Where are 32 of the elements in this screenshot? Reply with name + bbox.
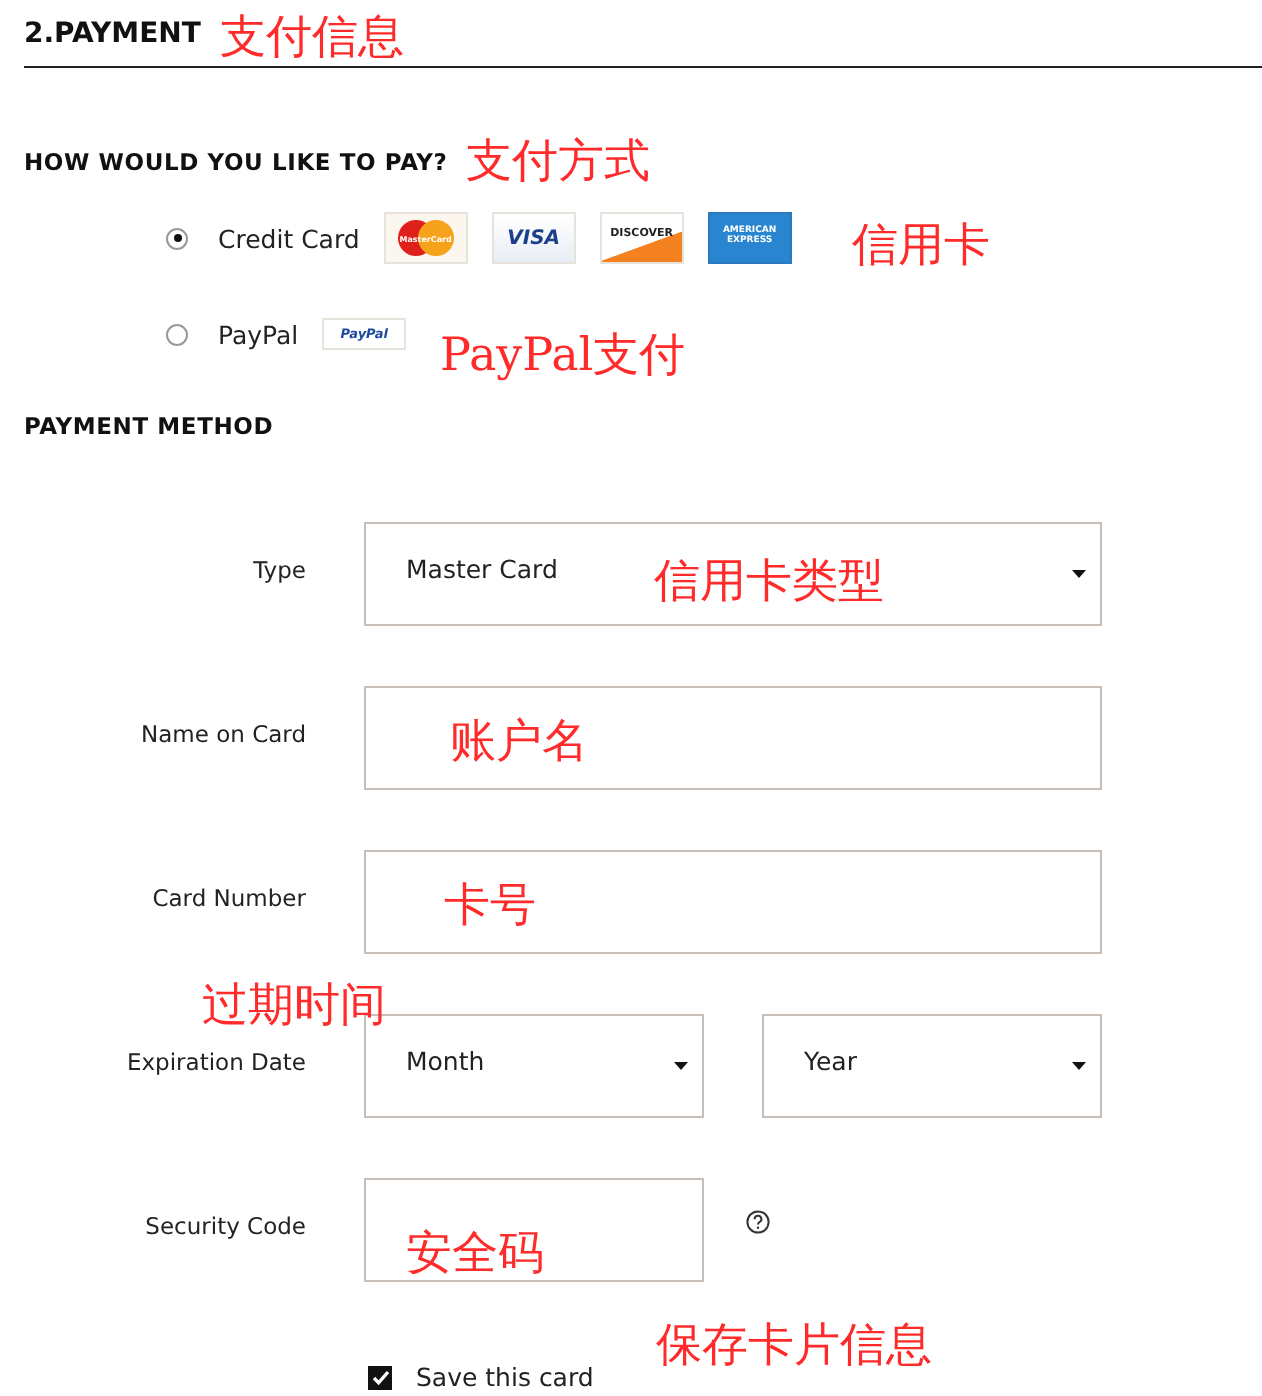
section-heading: PAYMENT METHOD	[24, 412, 274, 440]
caret-icon	[1072, 570, 1086, 578]
option-label[interactable]: PayPal	[218, 319, 299, 349]
checkbox-label[interactable]: Save this card	[416, 1362, 594, 1392]
card-logo: VISA	[491, 212, 576, 264]
field-label: Card Number	[152, 884, 306, 912]
question-heading: HOW WOULD YOU LIKE TO PAY?	[24, 148, 448, 176]
field-label: Security Code	[145, 1212, 306, 1240]
annotation-text: 卡号	[444, 880, 536, 936]
radio-button[interactable]	[166, 227, 188, 249]
checkbox[interactable]	[368, 1365, 392, 1389]
caret-icon	[674, 1062, 688, 1070]
annotation-text: PayPal支付	[440, 330, 686, 386]
radio-button[interactable]	[166, 323, 188, 345]
caret-icon	[1072, 1062, 1086, 1070]
input-field[interactable]	[364, 686, 1102, 790]
field-label: Expiration Date	[126, 1048, 306, 1076]
field-label: Name on Card	[141, 720, 306, 748]
annotation-text: 账户名	[450, 716, 588, 772]
annotation-text: 安全码	[406, 1228, 544, 1284]
annotation-text: 信用卡类型	[654, 556, 884, 612]
input-field[interactable]	[364, 850, 1102, 954]
section-title: 2.PAYMENT	[24, 18, 201, 50]
field-label: Type	[253, 556, 306, 584]
annotation-text: 信用卡	[852, 220, 990, 276]
select-field[interactable]: Year	[762, 1014, 1102, 1118]
help-icon[interactable]	[746, 1210, 770, 1234]
input-field[interactable]	[364, 1178, 704, 1282]
annotation-text: 支付信息	[220, 12, 404, 68]
option-label[interactable]: Credit Card	[218, 223, 360, 253]
annotation-text: 保存卡片信息	[656, 1320, 932, 1376]
annotation-text: 支付方式	[466, 136, 650, 192]
